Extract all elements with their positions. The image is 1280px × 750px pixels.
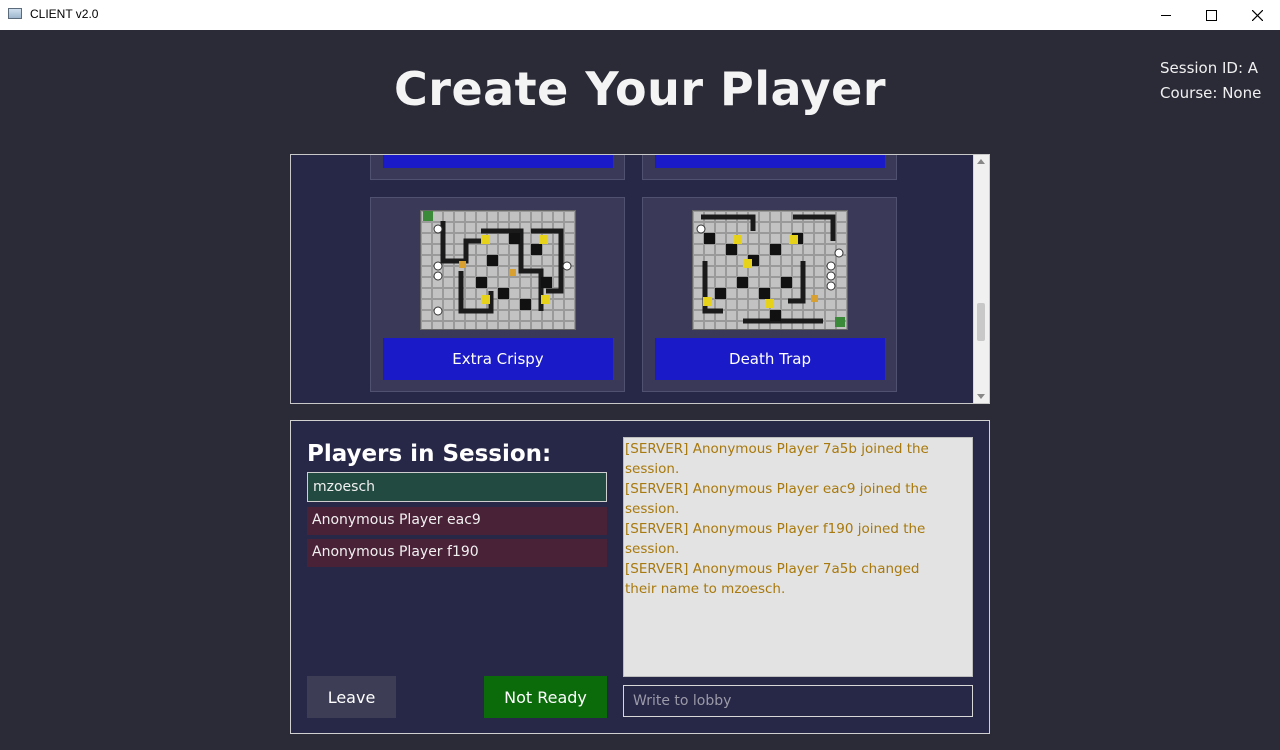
course-card-extra-crispy: Extra Crispy xyxy=(370,197,625,392)
course-label: Course: None xyxy=(1160,84,1262,102)
course-card-death-trap: Death Trap xyxy=(642,197,897,392)
players-heading: Players in Session: xyxy=(307,441,552,467)
scroll-down-icon[interactable] xyxy=(977,394,985,399)
maximize-button[interactable] xyxy=(1188,0,1234,30)
course-map-preview xyxy=(420,210,576,330)
leave-button[interactable]: Leave xyxy=(307,676,396,718)
chat-message: [SERVER] Anonymous Player f190 joined th… xyxy=(625,521,926,557)
course-select-button[interactable]: Extra Crispy xyxy=(383,338,613,380)
player-row: Anonymous Player f190 xyxy=(307,539,607,567)
course-list-scrollbar[interactable] xyxy=(973,155,989,403)
chat-message: [SERVER] Anonymous Player 7a5b changed t… xyxy=(625,561,920,597)
player-row: Anonymous Player eac9 xyxy=(307,507,607,535)
course-card xyxy=(370,155,625,180)
chat-log[interactable]: [SERVER] Anonymous Player 7a5b joined th… xyxy=(623,437,973,677)
window-title: CLIENT v2.0 xyxy=(30,7,99,21)
course-select-button[interactable]: Death Trap xyxy=(655,338,885,380)
course-select-button[interactable] xyxy=(655,155,885,168)
course-map-preview xyxy=(692,210,848,330)
window-titlebar: CLIENT v2.0 xyxy=(0,0,1280,30)
minimize-icon xyxy=(1161,14,1171,16)
scroll-up-icon[interactable] xyxy=(977,159,985,164)
chat-input[interactable] xyxy=(623,685,973,717)
course-select-button[interactable] xyxy=(383,155,613,168)
page-title: Create Your Player xyxy=(394,62,886,116)
close-icon xyxy=(1251,9,1263,21)
scroll-thumb[interactable] xyxy=(977,303,985,341)
app-window-icon xyxy=(8,8,22,19)
chat-message: [SERVER] Anonymous Player eac9 joined th… xyxy=(625,481,928,517)
close-button[interactable] xyxy=(1234,0,1280,30)
session-id-label: Session ID: A xyxy=(1160,59,1259,77)
session-info: Session ID: A Course: None xyxy=(1160,56,1261,106)
self-player-row[interactable]: mzoesch xyxy=(307,472,607,502)
ready-toggle-button[interactable]: Not Ready xyxy=(484,676,607,718)
course-list[interactable]: Extra Crispy Death Trap xyxy=(290,154,990,404)
course-card xyxy=(642,155,897,180)
chat-message: [SERVER] Anonymous Player 7a5b joined th… xyxy=(625,441,929,477)
lobby-panel: Players in Session: mzoesch Anonymous Pl… xyxy=(290,420,990,734)
maximize-icon xyxy=(1205,9,1217,21)
minimize-button[interactable] xyxy=(1143,0,1189,30)
